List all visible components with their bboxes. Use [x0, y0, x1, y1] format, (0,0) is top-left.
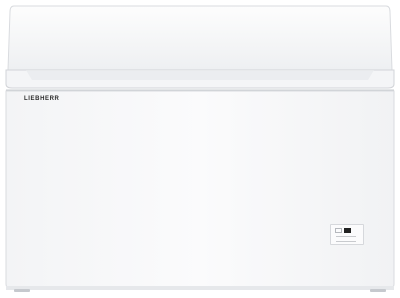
temperature-display [344, 228, 351, 233]
chest-freezer-illustration [5, 5, 395, 292]
brand-logo: LIEBHERR [24, 96, 60, 102]
control-buttons[interactable] [336, 236, 356, 242]
cabinet-body [5, 90, 395, 289]
lock-icon [335, 228, 342, 233]
control-panel[interactable] [330, 224, 364, 245]
lid-top [7, 5, 393, 71]
chest-freezer-photo: LIEBHERR [0, 0, 400, 293]
